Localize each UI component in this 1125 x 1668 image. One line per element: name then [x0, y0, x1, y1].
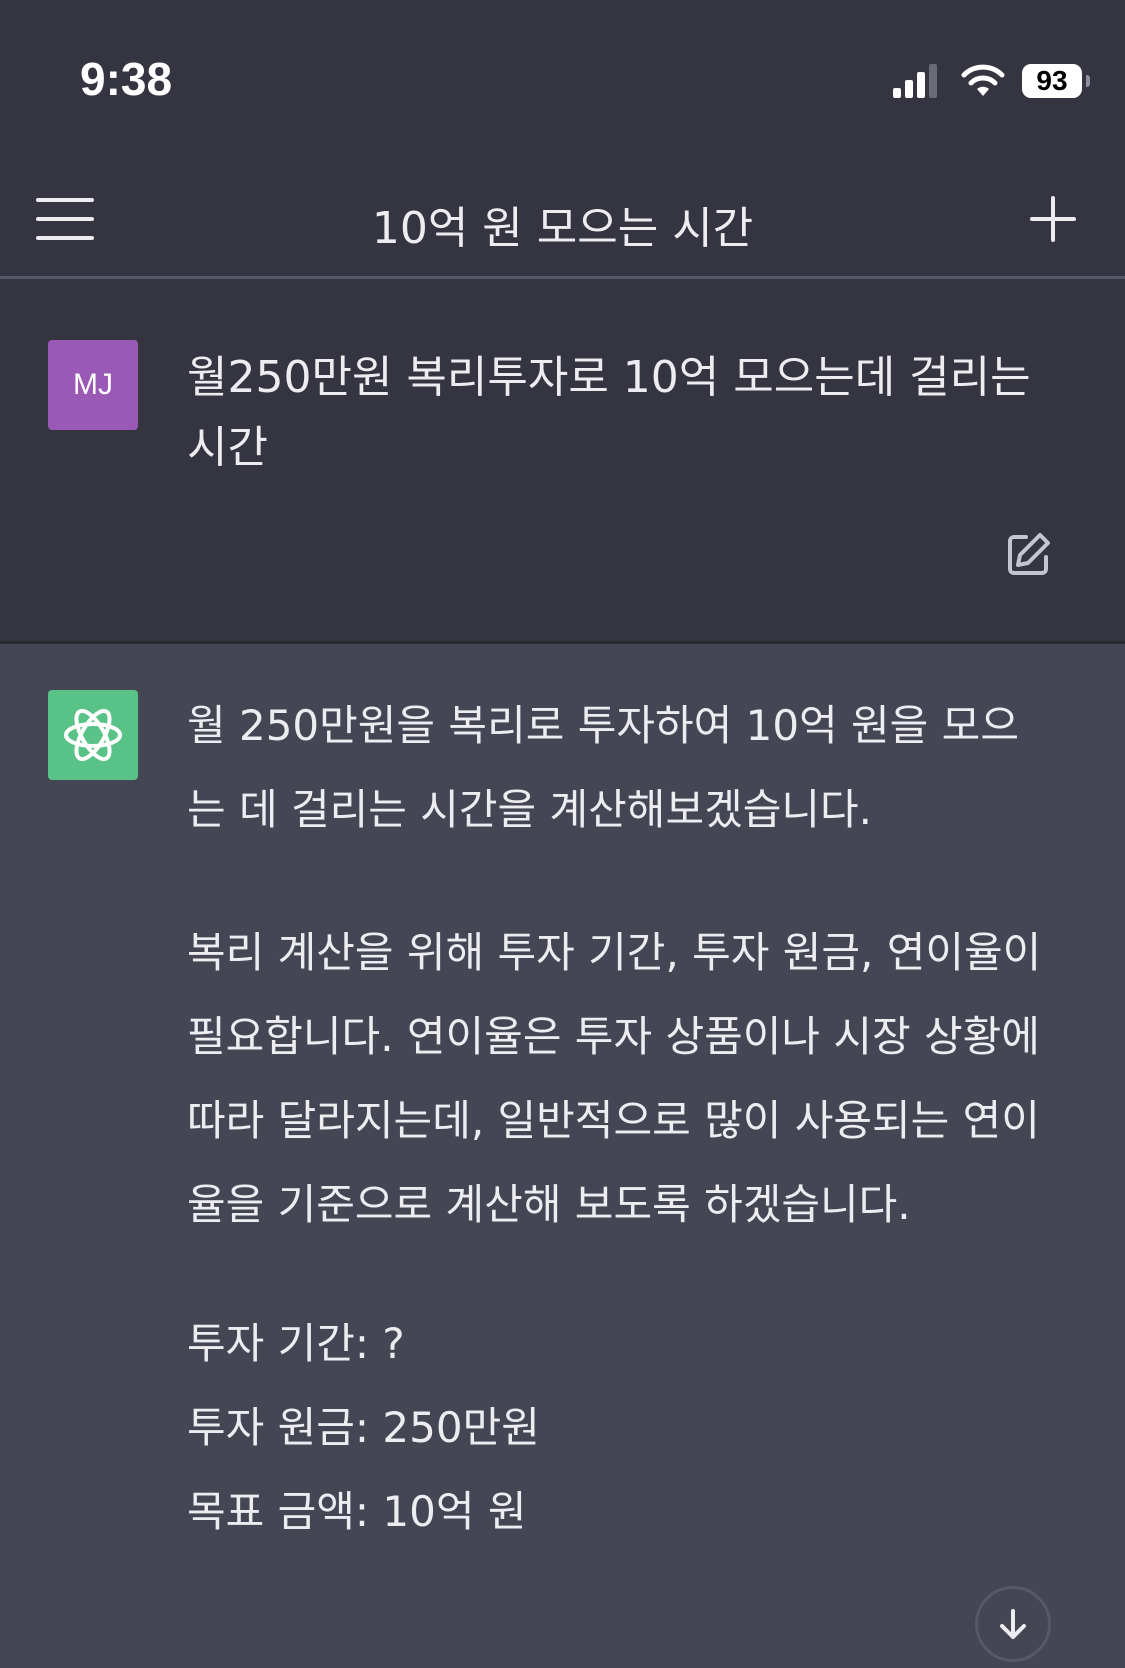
edit-icon[interactable]	[1004, 531, 1052, 579]
assistant-list: 투자 기간: ? 투자 원금: 250만원 목표 금액: 10억 원	[187, 1302, 1057, 1554]
status-time: 9:38	[80, 53, 173, 105]
assistant-paragraph-2: 복리 계산을 위해 투자 기간, 투자 원금, 연이율이 필요합니다. 연이율은…	[187, 928, 1042, 1229]
list-item: 투자 원금: 250만원	[187, 1403, 540, 1452]
user-message: MJ 월250만원 복리투자로 10억 모으는데 걸리는 시간	[0, 279, 1125, 644]
wifi-icon	[961, 64, 1005, 96]
battery-tip	[1086, 75, 1090, 87]
conversation-title: 10억 원 모으는 시간	[371, 203, 754, 254]
assistant-message: 월 250만원을 복리로 투자하여 10억 원을 모으는 데 걸리는 시간을 계…	[0, 644, 1125, 1668]
battery-indicator: 93	[1022, 64, 1082, 98]
list-item: 목표 금액: 10억 원	[187, 1487, 527, 1536]
status-bar: 9:38 93	[0, 0, 1125, 170]
openai-logo-icon	[48, 690, 138, 780]
user-message-text: 월250만원 복리투자로 10억 모으는데 걸리는 시간	[187, 352, 1031, 473]
user-avatar: MJ	[48, 340, 138, 430]
scroll-to-bottom-button[interactable]	[975, 1586, 1051, 1662]
cellular-signal-icon	[893, 64, 937, 98]
plus-icon[interactable]	[1026, 192, 1080, 246]
assistant-paragraph-1: 월 250만원을 복리로 투자하여 10억 원을 모으는 데 걸리는 시간을 계…	[187, 701, 1019, 834]
assistant-message-body: 월 250만원을 복리로 투자하여 10억 원을 모으는 데 걸리는 시간을 계…	[187, 684, 1057, 1554]
list-item: 투자 기간: ?	[187, 1319, 405, 1368]
nav-bar: 10억 원 모으는 시간	[0, 170, 1125, 279]
openai-logo-svg	[64, 708, 122, 762]
arrow-down-icon	[1000, 1609, 1026, 1639]
